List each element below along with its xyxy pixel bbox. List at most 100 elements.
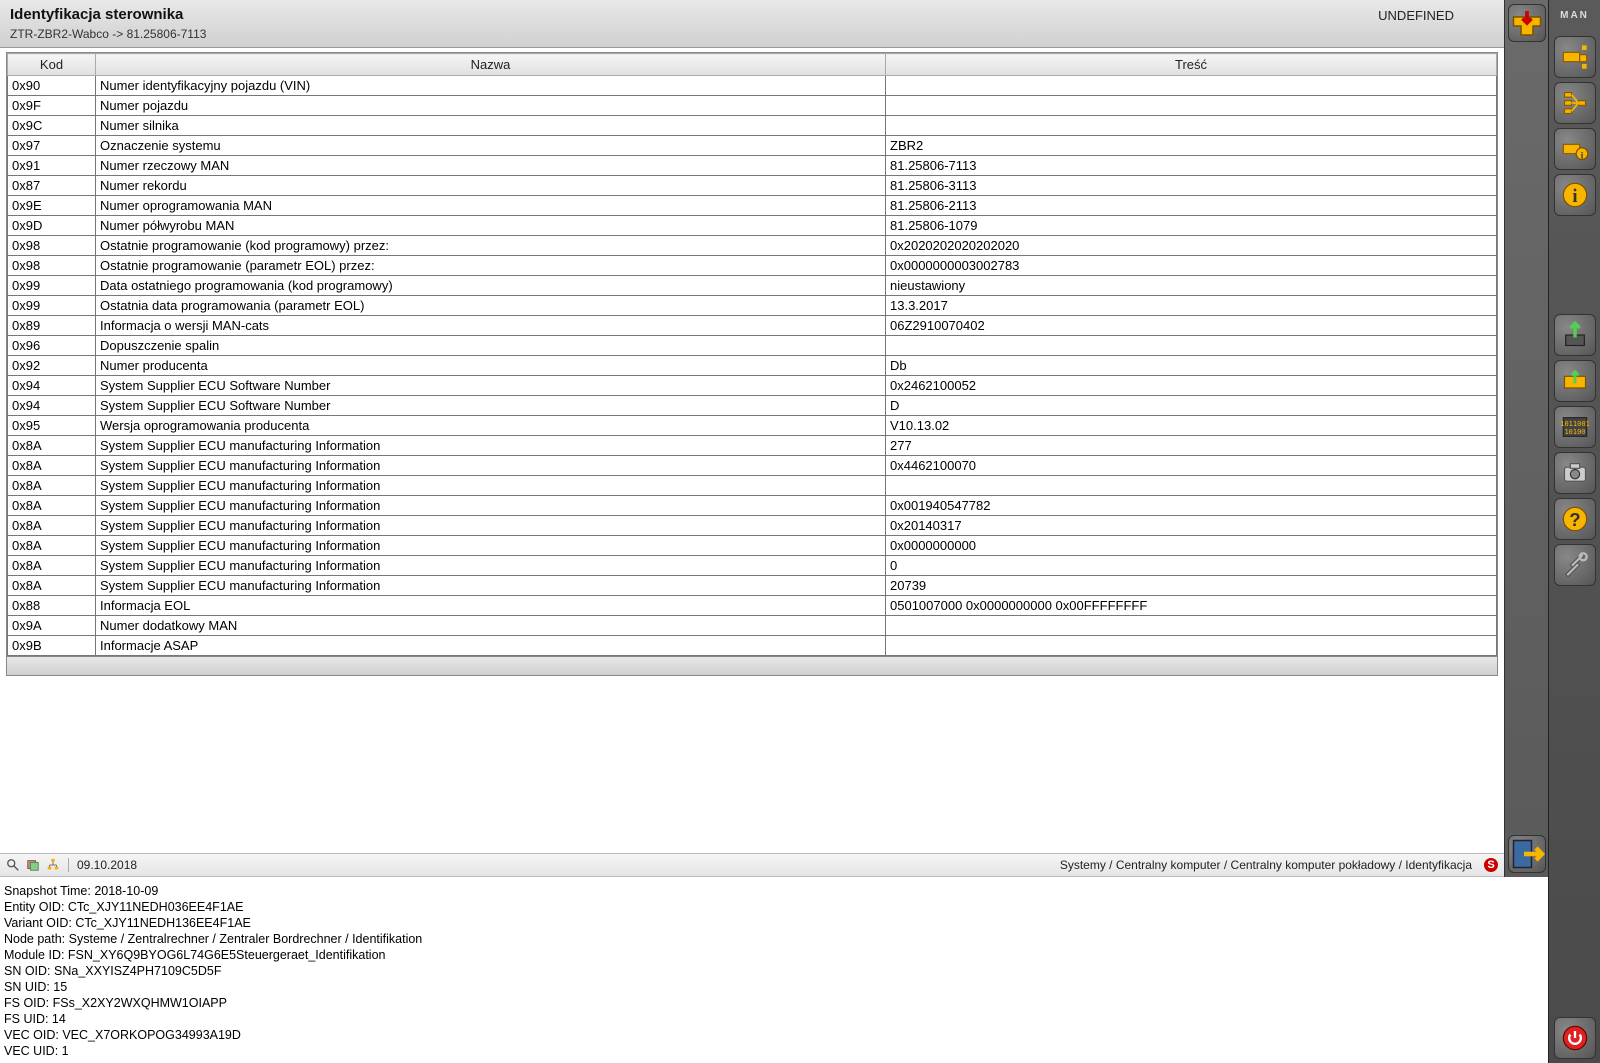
table-row[interactable]: 0x91Numer rzeczowy MAN81.25806-7113 — [8, 156, 1497, 176]
tools-icon[interactable] — [1554, 544, 1596, 586]
table-row[interactable]: 0x99Data ostatniego programowania (kod p… — [8, 276, 1497, 296]
header: Identyfikacja sterownika ZTR-ZBR2-Wabco … — [0, 0, 1504, 48]
cell-tresc — [886, 636, 1497, 656]
snapshot-line: FS UID: 14 — [4, 1011, 1544, 1027]
page-title: Identyfikacja sterownika — [10, 6, 206, 23]
folder-up-icon[interactable] — [1554, 360, 1596, 402]
table-row[interactable]: 0x90Numer identyfikacyjny pojazdu (VIN) — [8, 76, 1497, 96]
cell-nazwa: Numer pojazdu — [96, 96, 886, 116]
cell-kod: 0x8A — [8, 436, 96, 456]
table-row[interactable]: 0x8ASystem Supplier ECU manufacturing In… — [8, 516, 1497, 536]
power-icon[interactable] — [1554, 1017, 1596, 1059]
table-row[interactable]: 0x9ENumer oprogramowania MAN81.25806-211… — [8, 196, 1497, 216]
snapshot-line: VEC UID: 1 — [4, 1043, 1544, 1059]
table-row[interactable]: 0x8ASystem Supplier ECU manufacturing In… — [8, 456, 1497, 476]
vehicle-select-icon[interactable] — [1554, 36, 1596, 78]
cell-kod: 0x94 — [8, 376, 96, 396]
cell-nazwa: System Supplier ECU manufacturing Inform… — [96, 456, 886, 476]
cell-nazwa: System Supplier ECU Software Number — [96, 396, 886, 416]
table-row[interactable]: 0x87Numer rekordu81.25806-3113 — [8, 176, 1497, 196]
cell-nazwa: Numer producenta — [96, 356, 886, 376]
table-row[interactable]: 0x94System Supplier ECU Software Number0… — [8, 376, 1497, 396]
cell-nazwa: Numer identyfikacyjny pojazdu (VIN) — [96, 76, 886, 96]
cell-nazwa: System Supplier ECU manufacturing Inform… — [96, 556, 886, 576]
table-row[interactable]: 0x8ASystem Supplier ECU manufacturing In… — [8, 436, 1497, 456]
cell-kod: 0x9C — [8, 116, 96, 136]
cell-tresc: 0x0000000000 — [886, 536, 1497, 556]
action-column — [1504, 0, 1548, 877]
table-row[interactable]: 0x9DNumer półwyrobu MAN81.25806-1079 — [8, 216, 1497, 236]
table-row[interactable]: 0x8ASystem Supplier ECU manufacturing In… — [8, 476, 1497, 496]
svg-text:i: i — [1572, 186, 1577, 207]
binary-data-icon[interactable]: 101100110100 — [1554, 406, 1596, 448]
cell-nazwa: System Supplier ECU manufacturing Inform… — [96, 516, 886, 536]
table-row[interactable]: 0x8ASystem Supplier ECU manufacturing In… — [8, 556, 1497, 576]
svg-text:1011001: 1011001 — [1561, 420, 1589, 428]
table-row[interactable]: 0x94System Supplier ECU Software NumberD — [8, 396, 1497, 416]
table-row[interactable]: 0x99Ostatnia data programowania (paramet… — [8, 296, 1497, 316]
cell-tresc: ZBR2 — [886, 136, 1497, 156]
cell-nazwa: Wersja oprogramowania producenta — [96, 416, 886, 436]
cell-tresc: 81.25806-2113 — [886, 196, 1497, 216]
cell-nazwa: Numer oprogramowania MAN — [96, 196, 886, 216]
cell-tresc — [886, 336, 1497, 356]
status-indicator-icon: S — [1484, 858, 1498, 872]
cell-tresc: 81.25806-3113 — [886, 176, 1497, 196]
table-row[interactable]: 0x9BInformacje ASAP — [8, 636, 1497, 656]
col-nazwa[interactable]: Nazwa — [96, 54, 886, 76]
cell-tresc — [886, 96, 1497, 116]
table-row[interactable]: 0x9FNumer pojazdu — [8, 96, 1497, 116]
cell-tresc: 20739 — [886, 576, 1497, 596]
table-row[interactable]: 0x89Informacja o wersji MAN-cats06Z29100… — [8, 316, 1497, 336]
cell-tresc: 0501007000 0x0000000000 0x00FFFFFFFF — [886, 596, 1497, 616]
svg-text:i: i — [1580, 150, 1583, 160]
table-row[interactable]: 0x97Oznaczenie systemuZBR2 — [8, 136, 1497, 156]
upload-icon[interactable] — [1554, 314, 1596, 356]
table-row[interactable]: 0x98Ostatnie programowanie (kod programo… — [8, 236, 1497, 256]
table-row[interactable]: 0x88Informacja EOL0501007000 0x000000000… — [8, 596, 1497, 616]
cell-kod: 0x9D — [8, 216, 96, 236]
cell-nazwa: Numer rzeczowy MAN — [96, 156, 886, 176]
table-row[interactable]: 0x95Wersja oprogramowania producentaV10.… — [8, 416, 1497, 436]
table-row[interactable]: 0x9CNumer silnika — [8, 116, 1497, 136]
cell-kod: 0x89 — [8, 316, 96, 336]
snapshot-info: Snapshot Time: 2018-10-09 Entity OID: CT… — [0, 877, 1548, 1063]
cell-tresc: 0x4462100070 — [886, 456, 1497, 476]
cell-tresc: nieustawiony — [886, 276, 1497, 296]
cell-kod: 0x9A — [8, 616, 96, 636]
camera-icon[interactable] — [1554, 452, 1596, 494]
table-row[interactable]: 0x8ASystem Supplier ECU manufacturing In… — [8, 496, 1497, 516]
cell-kod: 0x9E — [8, 196, 96, 216]
snapshot-line: Variant OID: CTc_XJY11NEDH136EE4F1AE — [4, 915, 1544, 931]
snapshot-line: Entity OID: CTc_XJY11NEDH036EE4F1AE — [4, 899, 1544, 915]
svg-text:10100: 10100 — [1564, 428, 1585, 436]
cell-kod: 0x8A — [8, 516, 96, 536]
cell-kod: 0x92 — [8, 356, 96, 376]
col-tresc[interactable]: Treść — [886, 54, 1497, 76]
zoom-icon[interactable] — [6, 858, 20, 872]
download-button[interactable] — [1508, 4, 1546, 42]
cell-nazwa: Numer dodatkowy MAN — [96, 616, 886, 636]
help-icon[interactable]: ? — [1554, 498, 1596, 540]
exit-button[interactable] — [1508, 835, 1546, 873]
table-row[interactable]: 0x92Numer producentaDb — [8, 356, 1497, 376]
tree-structure-icon[interactable] — [1554, 82, 1596, 124]
table-row[interactable]: 0x8ASystem Supplier ECU manufacturing In… — [8, 536, 1497, 556]
table-row[interactable]: 0x8ASystem Supplier ECU manufacturing In… — [8, 576, 1497, 596]
cell-nazwa: System Supplier ECU Software Number — [96, 376, 886, 396]
table-row[interactable]: 0x96Dopuszczenie spalin — [8, 336, 1497, 356]
tree-icon[interactable] — [46, 858, 60, 872]
info-icon[interactable]: i — [1554, 174, 1596, 216]
header-status: UNDEFINED — [1378, 6, 1494, 23]
layers-icon[interactable] — [26, 858, 40, 872]
vehicle-info-icon[interactable]: i — [1554, 128, 1596, 170]
snapshot-line: SN OID: SNa_XXYISZ4PH7109C5D5F — [4, 963, 1544, 979]
cell-tresc: 0x001940547782 — [886, 496, 1497, 516]
table-row[interactable]: 0x98Ostatnie programowanie (parametr EOL… — [8, 256, 1497, 276]
cell-kod: 0x98 — [8, 236, 96, 256]
cell-tresc — [886, 476, 1497, 496]
col-kod[interactable]: Kod — [8, 54, 96, 76]
snapshot-line: Node path: Systeme / Zentralrechner / Ze… — [4, 931, 1544, 947]
table-row[interactable]: 0x9ANumer dodatkowy MAN — [8, 616, 1497, 636]
cell-kod: 0x87 — [8, 176, 96, 196]
